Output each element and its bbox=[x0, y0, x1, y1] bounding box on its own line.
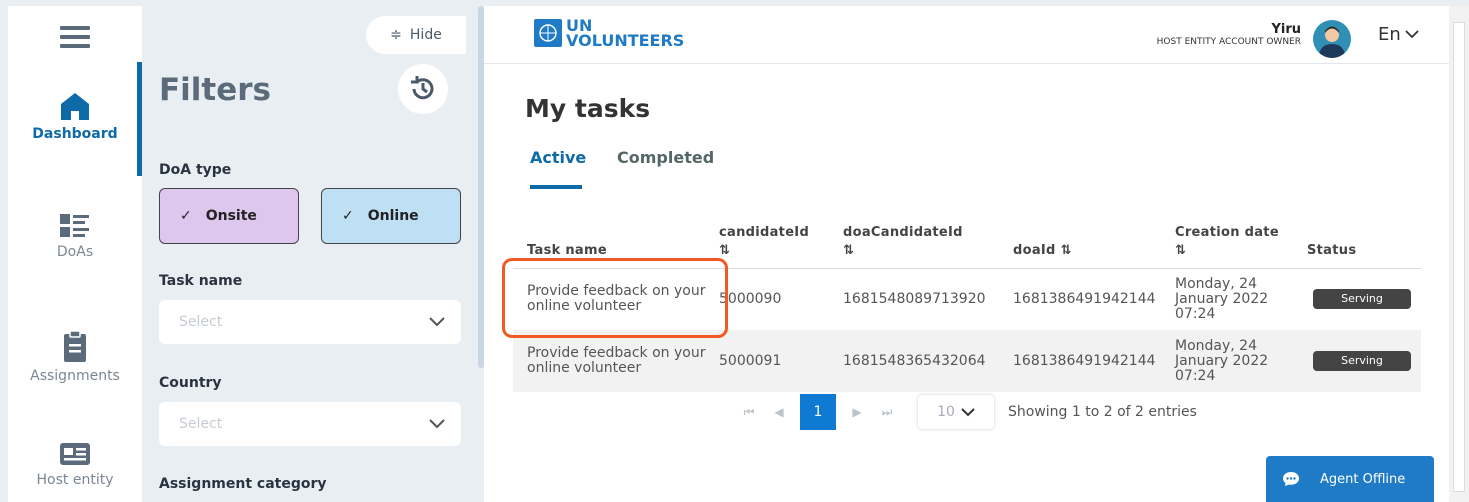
agent-status-label: Agent Offline bbox=[1320, 471, 1406, 487]
nav-rail: Dashboard DoAs Assignments Host entity bbox=[8, 6, 142, 502]
logo-line2: VOLUNTEERS bbox=[566, 31, 685, 50]
col-doa-id[interactable]: doaId ⇅ bbox=[1007, 218, 1169, 268]
country-placeholder: Select bbox=[179, 416, 223, 432]
chevron-down-icon bbox=[1405, 30, 1419, 39]
page-scrollbar[interactable] bbox=[1449, 6, 1469, 502]
next-page-icon[interactable]: ▶ bbox=[842, 405, 872, 419]
highlight-box bbox=[502, 258, 728, 338]
sort-icon[interactable]: ⇅ bbox=[1175, 243, 1186, 258]
creation-date-cell: Monday, 24 January 2022 07:24 bbox=[1175, 275, 1269, 322]
nav-label-assignments: Assignments bbox=[30, 368, 120, 384]
chat-icon bbox=[1283, 472, 1299, 486]
doa-type-label: DoA type bbox=[159, 162, 232, 178]
nav-item-dashboard[interactable]: Dashboard bbox=[8, 90, 142, 142]
doa-id-cell: 1681386491942144 bbox=[1013, 290, 1156, 307]
main-content: UN VOLUNTEERS Yiru HOST ENTITY ACCOUNT O… bbox=[484, 6, 1449, 502]
country-select[interactable]: Select bbox=[159, 402, 461, 446]
chip-online[interactable]: ✓ Online bbox=[321, 188, 461, 244]
language-label: En bbox=[1378, 24, 1401, 45]
assignment-category-label: Assignment category bbox=[159, 476, 327, 492]
un-volunteers-logo[interactable]: UN VOLUNTEERS bbox=[534, 18, 685, 50]
sliders-icon: ≑ bbox=[390, 27, 402, 43]
task-name-placeholder: Select bbox=[179, 314, 223, 330]
hide-filters-button[interactable]: ≑ Hide bbox=[366, 16, 466, 54]
chip-onsite[interactable]: ✓ Onsite bbox=[159, 188, 299, 244]
sort-icon[interactable]: ⇅ bbox=[1060, 243, 1071, 258]
doa-candidate-id-cell: 1681548089713920 bbox=[843, 290, 986, 307]
nav-label-host-entity: Host entity bbox=[36, 472, 114, 488]
list-icon bbox=[60, 214, 89, 237]
chevron-down-icon bbox=[961, 407, 975, 416]
nav-item-doas[interactable]: DoAs bbox=[8, 212, 142, 260]
page-size-value: 10 bbox=[937, 404, 955, 420]
first-page-icon[interactable]: ⏮ bbox=[734, 405, 764, 420]
doa-id-cell: 1681386491942144 bbox=[1013, 352, 1156, 369]
tab-completed[interactable]: Completed bbox=[617, 148, 714, 167]
entries-info: Showing 1 to 2 of 2 entries bbox=[1008, 404, 1197, 420]
filters-panel: ≑ Hide Filters DoA type ✓ Onsite ✓ Onlin… bbox=[142, 6, 482, 502]
col-doa-candidate-id[interactable]: doaCandidateId ⇅ bbox=[837, 218, 1007, 268]
menu-icon[interactable] bbox=[60, 26, 90, 53]
chevron-down-icon bbox=[429, 317, 445, 327]
status-cell: Serving bbox=[1293, 330, 1421, 392]
task-name-label: Task name bbox=[159, 273, 243, 289]
top-bar: UN VOLUNTEERS Yiru HOST ENTITY ACCOUNT O… bbox=[484, 6, 1449, 64]
scrollbar-thumb[interactable] bbox=[1453, 22, 1465, 492]
un-emblem-icon bbox=[534, 19, 562, 47]
check-icon: ✓ bbox=[342, 208, 354, 224]
language-selector[interactable]: En bbox=[1378, 24, 1419, 45]
user-role: HOST ENTITY ACCOUNT OWNER bbox=[1156, 37, 1301, 47]
creation-date-cell: Monday, 24 January 2022 07:24 bbox=[1175, 337, 1269, 384]
candidate-id-cell: 5000090 bbox=[719, 290, 782, 307]
id-card-icon bbox=[60, 443, 90, 465]
tab-active[interactable]: Active bbox=[530, 148, 586, 167]
clipboard-icon bbox=[64, 330, 86, 362]
agent-chat-button[interactable]: Agent Offline bbox=[1266, 456, 1434, 502]
task-name-select[interactable]: Select bbox=[159, 300, 461, 344]
pagination: ⏮ ◀ 1 ▶ ⏭ 10 Showing 1 to 2 of 2 entries bbox=[734, 394, 1197, 430]
col-creation-date[interactable]: Creation date ⇅ bbox=[1169, 218, 1293, 268]
filters-title: Filters bbox=[159, 72, 272, 108]
sort-icon[interactable]: ⇅ bbox=[719, 243, 730, 258]
nav-item-host-entity[interactable]: Host entity bbox=[8, 440, 142, 488]
chip-online-label: Online bbox=[367, 208, 419, 224]
hide-label: Hide bbox=[409, 27, 442, 43]
sort-icon[interactable]: ⇅ bbox=[843, 243, 854, 258]
status-cell: Serving bbox=[1293, 268, 1421, 330]
doa-candidate-id-cell: 1681548365432064 bbox=[843, 352, 986, 369]
page-size-select[interactable]: 10 bbox=[918, 395, 994, 429]
last-page-icon[interactable]: ⏭ bbox=[872, 405, 902, 420]
col-candidate-id[interactable]: candidateId ⇅ bbox=[717, 218, 837, 268]
nav-item-assignments[interactable]: Assignments bbox=[8, 330, 142, 384]
country-label: Country bbox=[159, 375, 222, 391]
col-status: Status bbox=[1307, 242, 1357, 258]
home-icon bbox=[61, 93, 89, 120]
table-row[interactable]: Provide feedback on your online voluntee… bbox=[513, 330, 1421, 392]
nav-label-doas: DoAs bbox=[56, 244, 94, 260]
nav-label-dashboard: Dashboard bbox=[32, 126, 118, 142]
status-badge: Serving bbox=[1313, 289, 1411, 310]
user-info[interactable]: Yiru HOST ENTITY ACCOUNT OWNER bbox=[1157, 22, 1301, 47]
chip-onsite-label: Onsite bbox=[205, 208, 257, 224]
reset-history-button[interactable] bbox=[398, 64, 448, 114]
user-name: Yiru bbox=[1271, 22, 1301, 37]
task-name-cell[interactable]: Provide feedback on your online voluntee… bbox=[513, 330, 717, 392]
active-tab-underline bbox=[530, 185, 582, 189]
candidate-id-cell: 5000091 bbox=[719, 352, 782, 369]
chevron-down-icon bbox=[429, 419, 445, 429]
page-button-current[interactable]: 1 bbox=[800, 394, 836, 430]
check-icon: ✓ bbox=[180, 208, 192, 224]
history-icon bbox=[411, 76, 434, 100]
prev-page-icon[interactable]: ◀ bbox=[764, 405, 794, 419]
page-title: My tasks bbox=[525, 94, 651, 123]
avatar[interactable] bbox=[1313, 20, 1351, 58]
status-badge: Serving bbox=[1313, 351, 1411, 371]
